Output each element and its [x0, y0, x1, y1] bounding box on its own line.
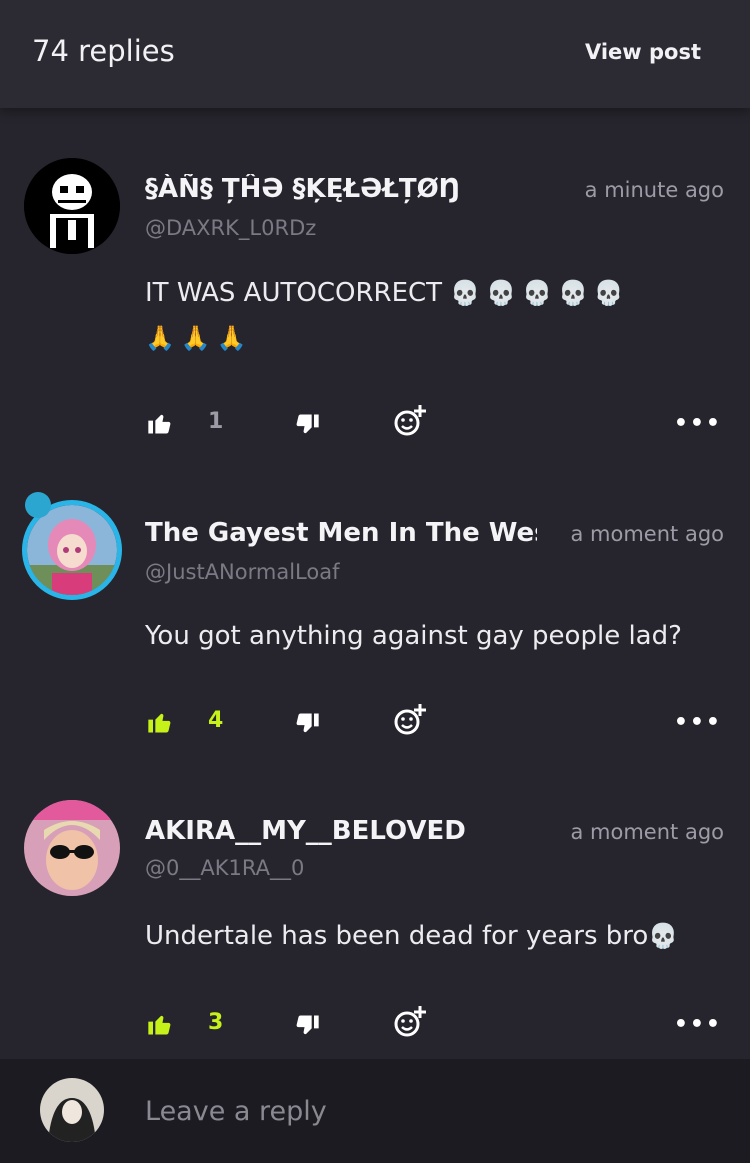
- timestamp: a moment ago: [570, 820, 725, 844]
- skull-icon: 💀: [450, 279, 481, 307]
- username[interactable]: §ÀÑ§ ȚĤƏ §ĶĘŁƏŁȚØŊ: [145, 174, 545, 204]
- thumbs-down-icon[interactable]: [293, 411, 321, 439]
- skull-icon: 💀: [522, 279, 552, 307]
- comment-actions: 1 •••: [0, 405, 750, 449]
- timestamp: a moment ago: [570, 522, 725, 546]
- avatar[interactable]: [24, 800, 120, 896]
- more-icon[interactable]: •••: [674, 1012, 722, 1037]
- comment-text: Undertale has been dead for years bro💀: [145, 914, 725, 959]
- emoji-row: 💀 💀 💀 💀 💀: [450, 278, 629, 308]
- user-handle[interactable]: @DAXRK_L0RDz: [145, 216, 316, 240]
- like-count: 1: [208, 409, 224, 434]
- add-reaction-icon[interactable]: [392, 702, 428, 738]
- skull-icon: 💀: [557, 279, 588, 307]
- avatar[interactable]: [24, 158, 120, 254]
- user-handle[interactable]: @0__AK1RA__0: [145, 856, 304, 880]
- comment-body: IT WAS AUTOCORRECT: [145, 278, 443, 308]
- add-reaction-icon[interactable]: [392, 403, 428, 439]
- skull-icon: 💀: [648, 922, 679, 950]
- timestamp: a minute ago: [584, 178, 724, 202]
- comment-text: You got anything against gay people lad?: [145, 621, 682, 651]
- pray-icon: 🙏: [145, 324, 175, 352]
- reply-input[interactable]: [145, 1089, 705, 1133]
- replies-header: 74 replies View post: [0, 0, 750, 108]
- comment-item: §ÀÑ§ ȚĤƏ §ĶĘŁƏŁȚØŊ a minute ago @DAXRK_L…: [0, 150, 750, 450]
- thumbs-up-icon[interactable]: [146, 708, 174, 736]
- more-icon[interactable]: •••: [674, 710, 722, 735]
- skull-icon: 💀: [486, 279, 517, 307]
- thumbs-up-icon[interactable]: [146, 1010, 174, 1038]
- thumbs-up-icon[interactable]: [146, 409, 174, 437]
- like-count: 4: [208, 708, 224, 733]
- avatar: [40, 1078, 104, 1142]
- like-count: 3: [208, 1010, 224, 1035]
- pin-icon: [25, 492, 51, 518]
- comment-actions: 4 •••: [0, 704, 750, 748]
- comment-text: IT WAS AUTOCORRECT 💀 💀 💀 💀 💀 🙏 🙏 🙏: [145, 271, 725, 361]
- pray-icon: 🙏: [180, 324, 211, 352]
- view-post-button[interactable]: View post: [585, 40, 701, 64]
- username[interactable]: AKIRA__MY__BELOVED: [145, 816, 545, 846]
- add-reaction-icon[interactable]: [392, 1004, 428, 1040]
- comment-item: The Gayest Men In The West a moment ago …: [0, 490, 750, 790]
- comment-actions: 3 •••: [0, 1006, 750, 1050]
- pray-icon: 🙏: [216, 324, 247, 352]
- more-icon[interactable]: •••: [674, 411, 722, 436]
- replies-count-title: 74 replies: [32, 34, 175, 68]
- reply-bar: [0, 1059, 750, 1163]
- thumbs-down-icon[interactable]: [293, 1012, 321, 1040]
- user-handle[interactable]: @JustANormalLoaf: [145, 560, 339, 584]
- comment-item: AKIRA__MY__BELOVED a moment ago @0__AK1R…: [0, 790, 750, 1060]
- skull-icon: 💀: [593, 279, 624, 307]
- username[interactable]: The Gayest Men In The West: [145, 518, 537, 548]
- comment-body: Undertale has been dead for years bro: [145, 921, 649, 951]
- thumbs-down-icon[interactable]: [293, 710, 321, 738]
